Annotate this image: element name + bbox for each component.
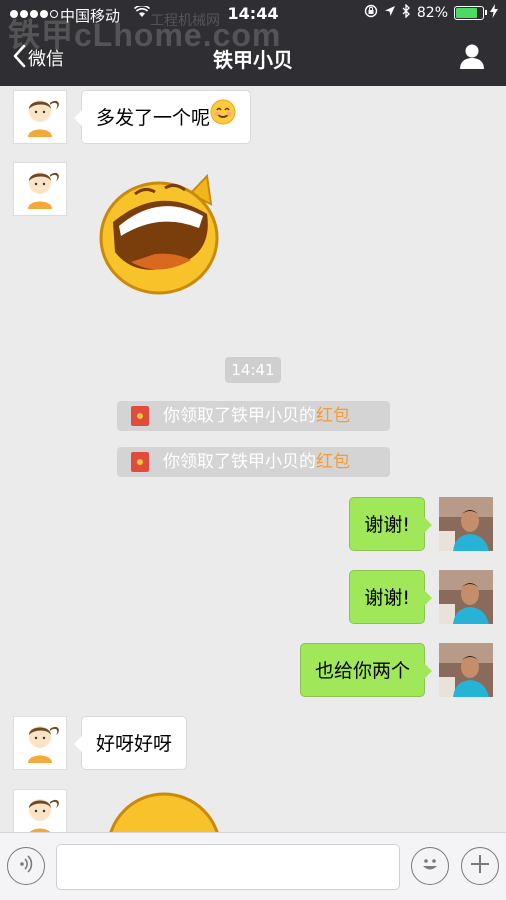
message-text: 谢谢! [364, 514, 410, 536]
battery-percent: 82% [416, 5, 448, 21]
chat-area[interactable]: 多发了一个呢 14:41 你领取了铁甲小贝的红包 你领取了铁甲小贝的红包 谢谢!… [0, 86, 506, 832]
system-message[interactable]: 你领取了铁甲小贝的红包 [117, 447, 390, 477]
message-bubble-received[interactable]: 多发了一个呢 [73, 90, 252, 146]
red-packet-icon [131, 452, 149, 472]
emoji-button[interactable] [411, 847, 449, 885]
emoji-icon [417, 851, 443, 881]
rotation-lock-icon [364, 4, 378, 22]
user-avatar[interactable] [439, 643, 493, 697]
input-bar [0, 832, 506, 900]
message-input[interactable] [56, 844, 400, 890]
location-icon [384, 5, 396, 21]
top-bar: 铁甲cLhome.com 工程机械网 中国移动 14:44 82% 微信 铁甲小… [0, 0, 506, 86]
more-button[interactable] [461, 847, 499, 885]
sticker-partial[interactable] [106, 792, 222, 832]
battery-icon [454, 6, 487, 20]
red-packet-link[interactable]: 红包 [316, 452, 350, 472]
message-bubble-sent[interactable]: 谢谢! [349, 570, 432, 624]
red-packet-link[interactable]: 红包 [316, 406, 350, 426]
message-text: 好呀好呀 [96, 733, 173, 755]
laughing-sticker[interactable] [95, 173, 225, 300]
message-text: 多发了一个呢 [96, 107, 211, 129]
bluetooth-icon [402, 3, 411, 22]
timestamp-pill: 14:41 [225, 357, 281, 383]
status-right: 82% [364, 3, 498, 22]
user-avatar[interactable] [439, 570, 493, 624]
contact-avatar[interactable] [13, 162, 67, 216]
plus-icon [469, 853, 491, 879]
contact-avatar[interactable] [13, 90, 67, 144]
profile-icon[interactable] [458, 42, 486, 70]
system-message[interactable]: 你领取了铁甲小贝的红包 [117, 401, 390, 431]
system-message-text: 你领取了铁甲小贝的 [163, 406, 316, 426]
status-bar: 中国移动 14:44 82% [0, 0, 506, 30]
nav-bar: 微信 铁甲小贝 [0, 36, 506, 82]
message-bubble-sent[interactable]: 谢谢! [349, 497, 432, 551]
system-message-text: 你领取了铁甲小贝的 [163, 452, 316, 472]
voice-icon [16, 854, 36, 878]
battery-fill [456, 8, 478, 18]
charging-icon [490, 4, 498, 22]
voice-button[interactable] [7, 847, 45, 885]
contact-avatar[interactable] [13, 716, 67, 770]
message-bubble-received[interactable]: 好呀好呀 [73, 716, 188, 770]
message-text: 谢谢! [364, 587, 410, 609]
message-bubble-sent[interactable]: 也给你两个 [299, 643, 433, 697]
contact-avatar[interactable] [13, 789, 67, 832]
message-text: 也给你两个 [314, 660, 410, 682]
smile-emoji-icon [210, 92, 236, 146]
chat-title: 铁甲小贝 [213, 48, 293, 72]
red-packet-icon [131, 406, 149, 426]
user-avatar[interactable] [439, 497, 493, 551]
